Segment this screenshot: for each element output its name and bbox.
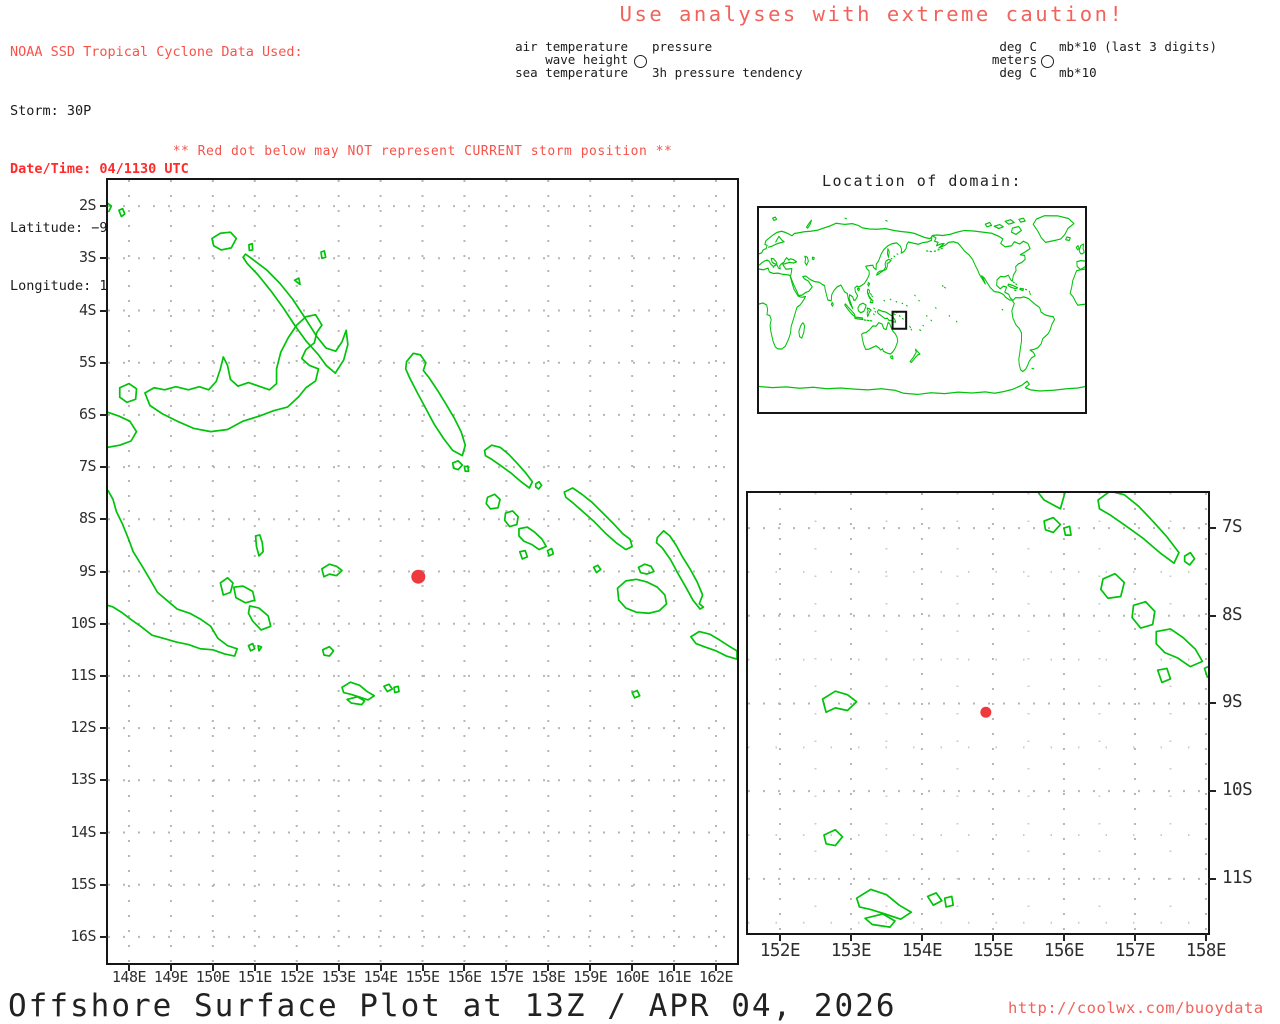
x-tick-label: 153E (830, 941, 872, 961)
x-tick-label: 156E (1043, 941, 1085, 961)
world-inset-map (757, 206, 1087, 414)
zoom-map-grid (748, 493, 1208, 933)
y-axis-tick (1208, 527, 1216, 530)
y-axis-tick (1208, 702, 1216, 705)
x-tick-label: 162E (698, 968, 734, 986)
y-tick-label: 10S (70, 613, 96, 632)
x-tick-label: 157E (1114, 941, 1156, 961)
y-tick-label: 13S (70, 770, 96, 789)
station-circle-icon (634, 55, 647, 68)
x-axis-tick (849, 933, 852, 941)
x-tick-label: 152E (759, 941, 801, 961)
plot-title: Offshore Surface Plot at 13Z / APR 04, 2… (8, 988, 897, 1024)
main-map-coastlines (108, 203, 737, 704)
x-axis-tick (991, 933, 994, 941)
y-axis-tick (100, 831, 108, 834)
legend-3h-pressure-tendency: 3h pressure tendency (652, 65, 803, 80)
units-circle-icon (1041, 55, 1054, 68)
legend-pressure: pressure (652, 39, 713, 54)
y-tick-label: 6S (78, 404, 97, 423)
y-axis-tick (100, 309, 108, 312)
y-tick-label: 16S (70, 926, 96, 945)
y-axis-tick (100, 779, 108, 782)
y-axis-tick (1208, 614, 1216, 617)
x-axis-tick (778, 933, 781, 941)
y-axis-tick (1208, 790, 1216, 793)
x-tick-label: 158E (1185, 941, 1227, 961)
y-axis-tick (100, 205, 108, 208)
y-axis-tick (100, 413, 108, 416)
y-axis-tick (1208, 877, 1216, 880)
y-tick-label: 10S (1222, 780, 1253, 801)
storm-dot-main (411, 569, 426, 584)
legend-degc-sea: deg C (999, 65, 1037, 80)
y-axis-tick (100, 361, 108, 364)
storm-info-source: NOAA SSD Tropical Cyclone Data Used: (10, 44, 303, 60)
y-tick-label: 7S (78, 457, 97, 476)
inset-title: Location of domain: (821, 172, 1023, 190)
y-axis-tick (100, 622, 108, 625)
y-tick-label: 8S (78, 509, 97, 528)
y-tick-label: 2S (78, 196, 97, 215)
y-axis-tick (100, 727, 108, 730)
legend-sea-temperature: sea temperature (515, 65, 628, 80)
units-legend-left: deg C meters deg C (887, 40, 1037, 79)
world-coastlines (759, 215, 1085, 396)
y-axis-tick (100, 257, 108, 260)
y-tick-label: 11S (1222, 867, 1253, 888)
y-axis-tick (100, 570, 108, 573)
y-axis-tick (100, 518, 108, 521)
y-axis-tick (100, 935, 108, 938)
y-tick-label: 5S (78, 352, 97, 371)
world-map-svg (759, 215, 1085, 396)
y-axis-tick (100, 466, 108, 469)
source-url-link[interactable]: http://coolwx.com/buoydata (1008, 999, 1264, 1017)
y-tick-label: 11S (70, 665, 96, 684)
y-tick-label: 14S (70, 822, 96, 841)
main-map (106, 178, 739, 965)
x-axis-tick (1133, 933, 1136, 941)
zoom-map-svg (748, 493, 1208, 933)
zoom-map-coastlines (748, 493, 1208, 927)
storm-info-datetime: Date/Time: 04/1130 UTC (10, 161, 189, 177)
y-tick-label: 8S (1222, 604, 1243, 625)
y-tick-label: 7S (1222, 517, 1243, 538)
y-tick-label: 3S (78, 248, 97, 267)
main-map-svg (108, 180, 737, 963)
station-legend-left: air temperature wave height sea temperat… (428, 40, 628, 79)
legend-mb10: mb*10 (1059, 65, 1097, 80)
red-dot-warning: ** Red dot below may NOT represent CURRE… (172, 144, 673, 159)
storm-info-id: Storm: 30P (10, 102, 92, 119)
legend-mb10-last3: mb*10 (last 3 digits) (1059, 39, 1218, 54)
y-axis-tick (100, 883, 108, 886)
units-legend-right: mb*10 (last 3 digits) mb*10 (1059, 40, 1279, 79)
x-axis-tick (1204, 933, 1207, 941)
storm-dot-zoom (980, 706, 992, 718)
y-tick-label: 4S (78, 300, 97, 319)
x-tick-label: 154E (901, 941, 943, 961)
x-tick-label: 155E (972, 941, 1014, 961)
y-tick-label: 9S (78, 561, 97, 580)
zoom-map (746, 491, 1210, 935)
x-axis-tick (1062, 933, 1065, 941)
x-axis-tick (920, 933, 923, 941)
caution-headline: Use analyses with extreme caution! (619, 2, 1125, 26)
y-axis-tick (100, 674, 108, 677)
y-tick-label: 12S (70, 718, 96, 737)
station-legend-right: pressure 3h pressure tendency (652, 40, 882, 79)
offshore-surface-plot-page: NOAA SSD Tropical Cyclone Data Used: Sto… (0, 0, 1280, 1024)
y-tick-label: 15S (70, 874, 96, 893)
y-tick-label: 9S (1222, 692, 1243, 713)
